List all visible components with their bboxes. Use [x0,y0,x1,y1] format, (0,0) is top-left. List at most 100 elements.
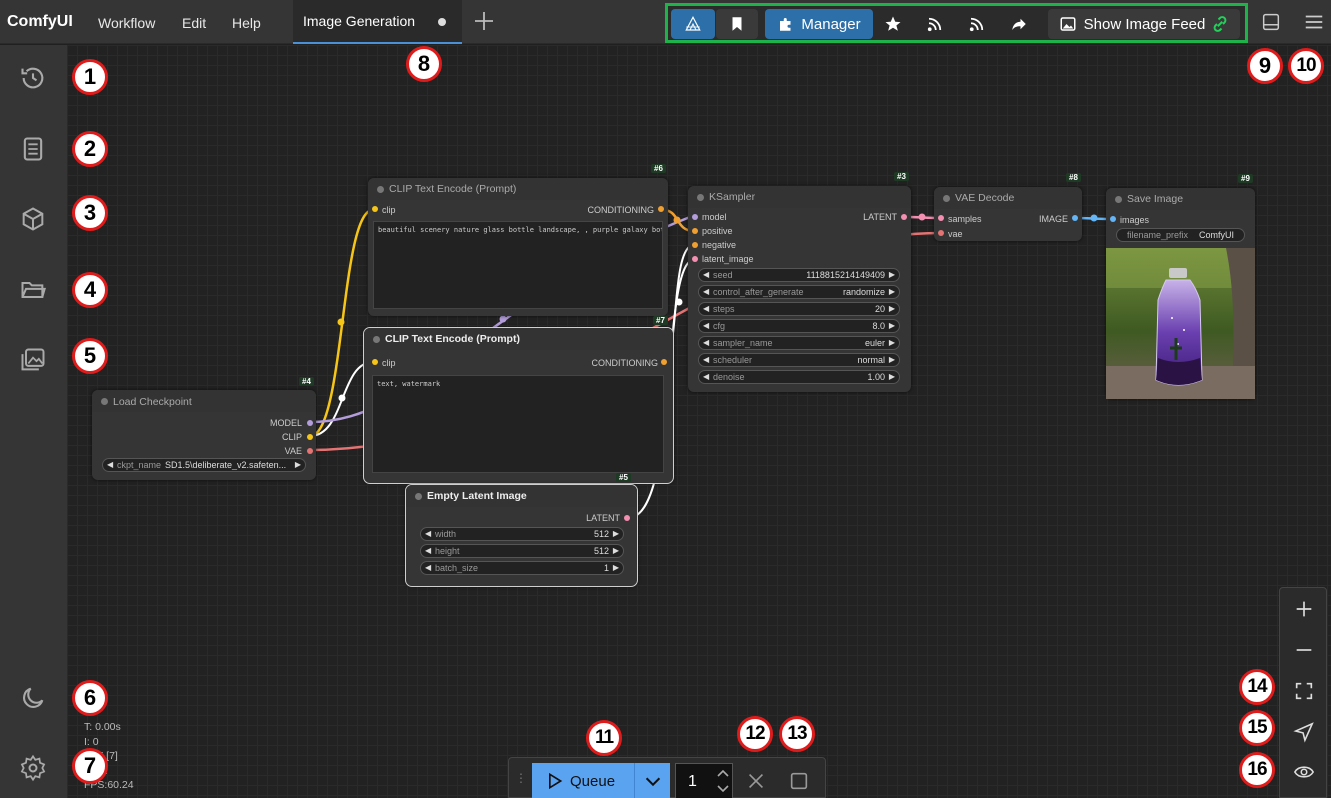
star-button[interactable] [876,9,910,39]
queue-button[interactable]: Queue [532,763,634,798]
slot-clip[interactable]: clip [382,358,396,368]
node-empty-latent-image[interactable]: Empty Latent Image LATENT ◀ width 512 ▶ ◀ he… [405,484,638,587]
widget-control-after-generate[interactable]: ◀ control_after_generate randomize ▶ [698,285,900,299]
batch-count-value: 1 [688,773,697,790]
node-id-badge: #4 [299,377,314,386]
slot-latent-image[interactable]: latent_image [702,254,754,264]
share-button-2[interactable] [960,9,994,39]
fit-view-icon[interactable] [1293,680,1315,702]
comfyui-app: CLIP Text Encode (Prompt) clip CONDITION… [0,0,1331,798]
widget-steps[interactable]: ◀ steps 20 ▶ [698,302,900,316]
slot-clip[interactable]: clip [382,205,396,215]
book-icon[interactable] [19,135,47,163]
add-tab-icon[interactable] [472,9,496,33]
slot-image-out[interactable]: IMAGE [1039,214,1068,224]
node-title: KSampler [688,186,911,208]
forward-button[interactable] [1002,9,1036,39]
slot-clip-out[interactable]: CLIP [282,432,302,442]
node-id-badge: #7 [653,316,668,325]
node-save-image[interactable]: Save Image images filename_prefix ComfyUI [1106,188,1255,399]
tab-image-generation[interactable]: Image Generation [293,0,462,44]
slot-conditioning[interactable]: CONDITIONING [588,205,655,215]
zoom-in-icon[interactable] [1293,598,1315,620]
widget-cfg[interactable]: ◀ cfg 8.0 ▶ [698,319,900,333]
slot-vae[interactable]: vae [948,229,963,239]
bookmark-icon [732,17,742,31]
widget-ckpt-name[interactable]: ◀ ckpt_name SD1.5\deliberate_v2.safeten...… [102,458,306,472]
slot-images[interactable]: images [1120,215,1149,225]
moon-icon[interactable] [19,684,47,712]
slot-positive[interactable]: positive [702,226,733,236]
app-logo: ComfyUI [7,13,73,30]
gear-icon[interactable] [19,754,47,782]
cancel-icon[interactable] [745,770,767,792]
hamburger-menu-icon[interactable] [1303,11,1325,33]
node-load-checkpoint[interactable]: Load Checkpoint MODEL CLIP VAE ◀ ckpt_nam… [92,390,316,480]
slot-negative[interactable]: negative [702,240,736,250]
stop-icon[interactable] [788,770,810,792]
node-vae-decode[interactable]: VAE Decode samples vae IMAGE [934,187,1082,241]
menu-edit[interactable]: Edit [182,15,206,31]
callout-8: 8 [406,46,442,82]
widget-scheduler[interactable]: ◀ scheduler normal ▶ [698,353,900,367]
history-icon[interactable] [19,64,47,92]
callout-4: 4 [72,272,108,308]
cube-icon[interactable] [19,205,47,233]
prompt-textarea[interactable]: beautiful scenery nature glass bottle la… [373,221,663,309]
canvas-controls [1279,587,1327,798]
comfy-logo-button[interactable] [671,9,715,39]
widget-sampler-name[interactable]: ◀ sampler_name euler ▶ [698,336,900,350]
node-id-badge: #3 [894,172,909,181]
navigate-icon[interactable] [1293,721,1315,743]
callout-5: 5 [72,338,108,374]
node-clip-text-encode-negative[interactable]: CLIP Text Encode (Prompt) clip CONDITION… [363,327,674,484]
callout-14: 14 [1239,669,1275,705]
queue-action-bar: ⋮⋮ Queue 1 [508,757,826,798]
bookmark-button[interactable] [716,9,758,39]
widget-batch-size[interactable]: ◀ batch_size 1 ▶ [420,561,624,575]
left-sidebar [0,45,67,798]
callout-1: 1 [72,59,108,95]
stepper-icon[interactable] [716,766,730,796]
node-clip-text-encode-positive[interactable]: CLIP Text Encode (Prompt) clip CONDITION… [368,178,668,316]
images-icon[interactable] [19,346,47,374]
share-button-1[interactable] [918,9,952,39]
widget-height[interactable]: ◀ height 512 ▶ [420,544,624,558]
slot-conditioning[interactable]: CONDITIONING [592,358,659,368]
callout-13: 13 [779,716,815,752]
puzzle-icon [780,18,791,31]
slot-vae-out[interactable]: VAE [285,446,302,456]
slot-latent-out[interactable]: LATENT [863,212,897,222]
slot-model[interactable]: model [702,212,727,222]
menu-workflow[interactable]: Workflow [98,15,155,31]
slot-samples[interactable]: samples [948,214,982,224]
slot-latent-out[interactable]: LATENT [586,513,620,523]
folder-icon[interactable] [19,276,47,304]
generated-image-preview[interactable] [1106,248,1255,399]
zoom-out-icon[interactable] [1293,639,1315,661]
star-icon [885,16,901,31]
node-title: CLIP Text Encode (Prompt) [364,328,673,350]
link-icon [1213,16,1227,32]
toggle-bottom-panel-icon[interactable] [1260,11,1282,33]
node-id-badge: #6 [651,164,666,173]
callout-9: 9 [1247,48,1283,84]
queue-label: Queue [570,772,616,790]
node-id-badge: #8 [1066,173,1081,182]
manager-label: Manager [801,15,861,33]
widget-seed[interactable]: ◀ seed 1118815214149409 ▶ [698,268,900,282]
widget-denoise[interactable]: ◀ denoise 1.00 ▶ [698,370,900,384]
prompt-textarea[interactable]: text, watermark [372,375,664,473]
queue-mode-dropdown[interactable] [634,763,670,798]
widget-width[interactable]: ◀ width 512 ▶ [420,527,624,541]
menu-help[interactable]: Help [232,15,261,31]
show-image-feed-button[interactable]: Show Image Feed [1048,9,1240,39]
eye-icon[interactable] [1293,761,1315,783]
batch-count-input[interactable]: 1 [675,763,733,798]
widget-filename-prefix[interactable]: filename_prefix ComfyUI [1116,228,1245,242]
forward-icon [1012,18,1026,30]
slot-model-out[interactable]: MODEL [270,418,302,428]
manager-button[interactable]: Manager [765,9,873,39]
node-ksampler[interactable]: KSampler model positive negative latent_… [688,186,911,392]
share-icon [969,17,984,32]
